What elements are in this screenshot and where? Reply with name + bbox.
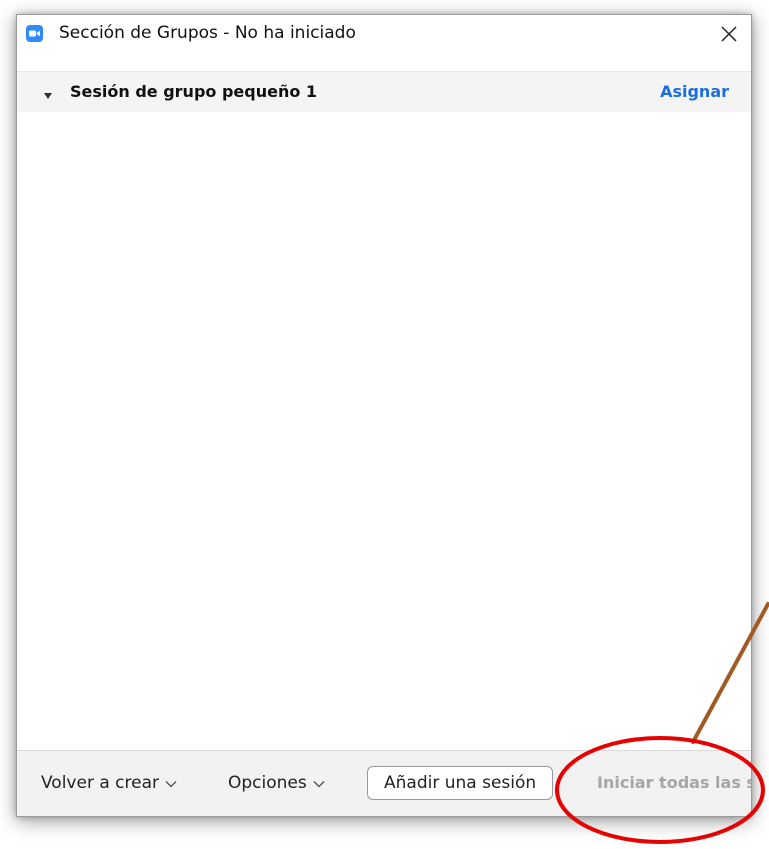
close-icon[interactable] [719,24,739,44]
recreate-dropdown[interactable]: Volver a crear [41,773,177,793]
options-label: Opciones [228,773,307,793]
caret-down-icon[interactable] [43,86,53,99]
options-dropdown[interactable]: Opciones [228,773,325,793]
participants-list-area [17,112,751,748]
breakout-room-name: Sesión de grupo pequeño 1 [70,82,318,101]
breakout-rooms-window: Sección de Grupos - No ha iniciado Sesió… [16,14,752,817]
title-bar: Sección de Grupos - No ha iniciado [17,15,751,53]
start-all-sessions-button[interactable]: Iniciar todas las sesiones [597,773,751,792]
screenshot-stage: Sección de Grupos - No ha iniciado Sesió… [0,0,769,849]
chevron-down-icon [313,773,325,793]
recreate-label: Volver a crear [41,773,159,793]
zoom-camera-icon [26,25,43,42]
add-session-button[interactable]: Añadir una sesión [367,766,554,800]
window-title: Sección de Grupos - No ha iniciado [59,23,356,43]
breakout-room-row[interactable]: Sesión de grupo pequeño 1 Asignar [17,71,751,113]
chevron-down-icon [165,773,177,793]
assign-button[interactable]: Asignar [660,82,729,101]
footer-bar: Volver a crear Opciones Añadir una sesió… [17,750,751,816]
